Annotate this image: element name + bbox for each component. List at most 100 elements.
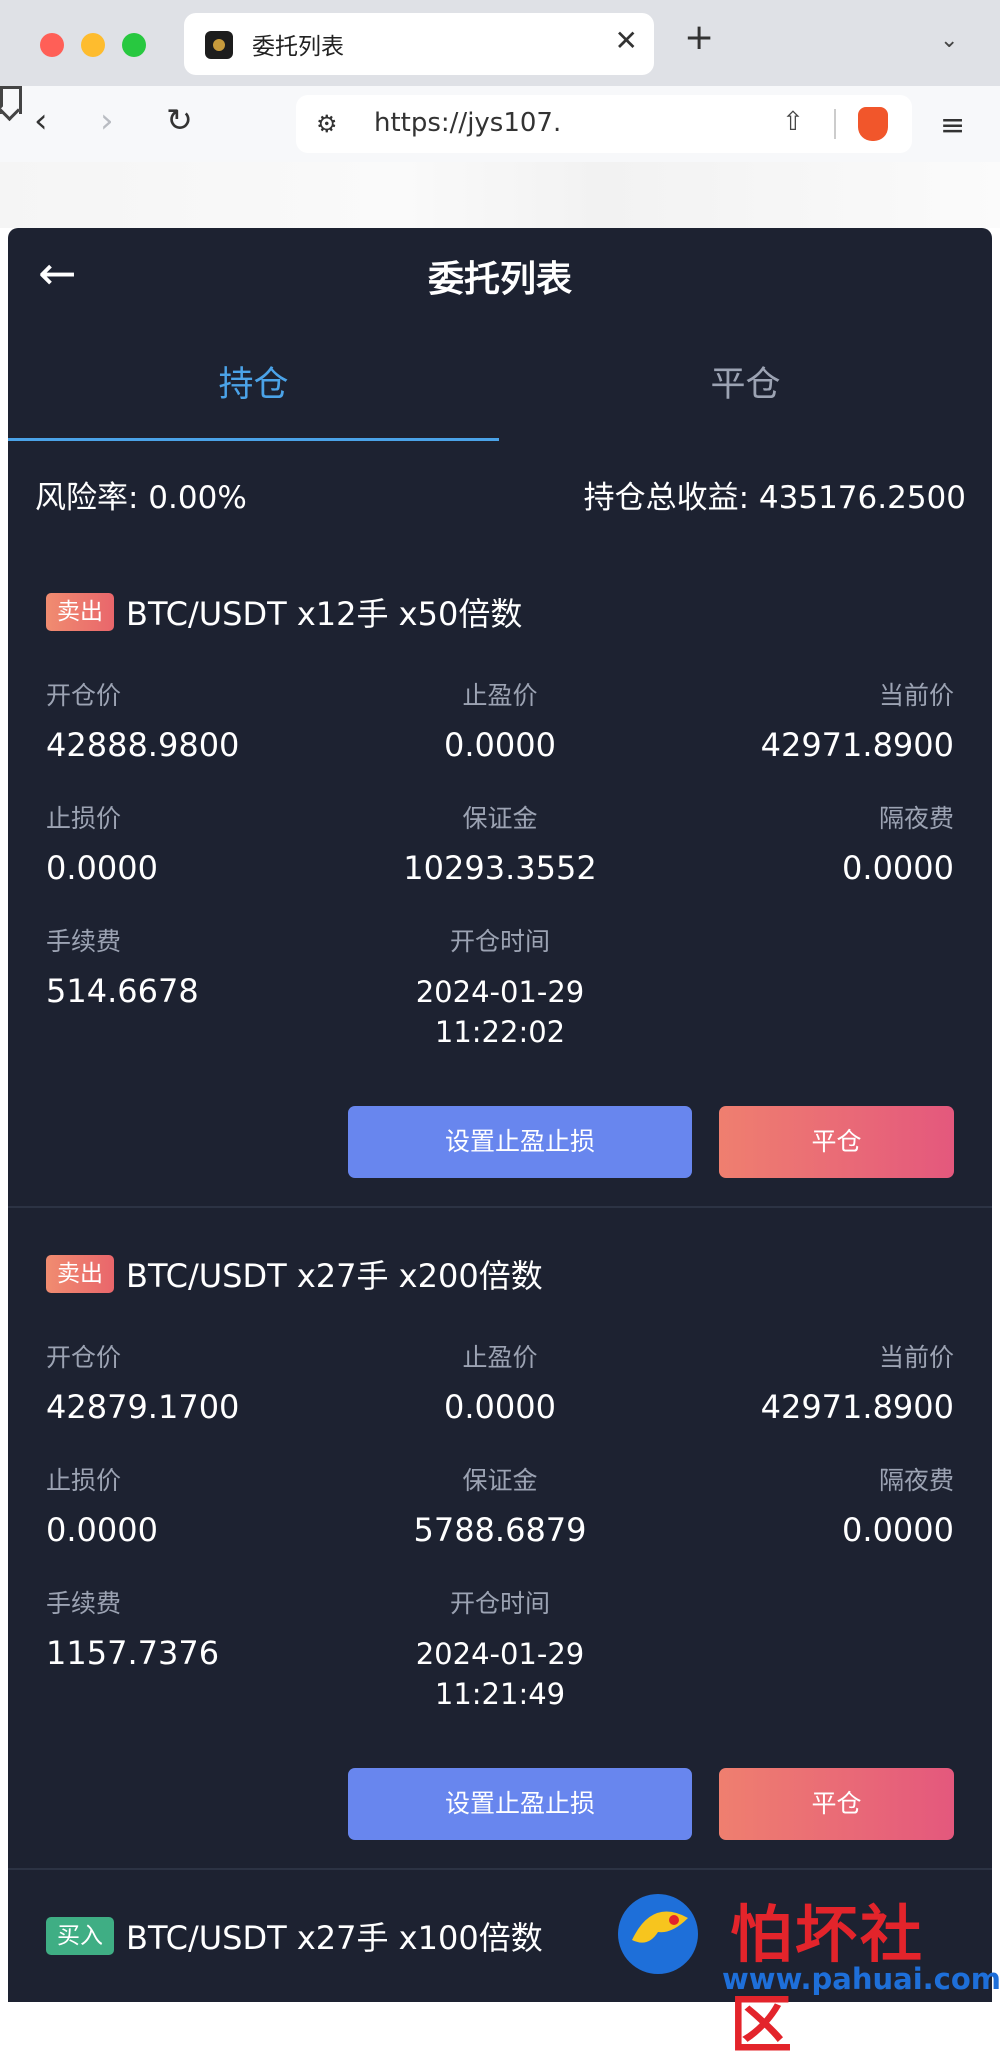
browser-tab[interactable]: 委托列表 ✕ — [184, 13, 654, 75]
stop-loss-label: 止损价 — [46, 1466, 122, 1495]
take-profit-label: 止盈价 — [462, 1343, 538, 1372]
open-clock: 11:22:02 — [434, 1015, 566, 1049]
address-bar-separator — [834, 109, 836, 139]
take-profit-label: 止盈价 — [462, 681, 538, 710]
forward-icon[interactable]: › — [100, 104, 114, 138]
window-minimize-button[interactable] — [81, 33, 105, 57]
order-symbol: BTC/USDT x27手 x100倍数 — [126, 1919, 543, 1957]
watermark-url: www.pahuai.com — [722, 1962, 1000, 1996]
close-position-button[interactable]: 平仓 — [719, 1106, 954, 1178]
take-profit-field: 止盈价 0.0000 — [350, 676, 650, 764]
open-time-field: 开仓时间 2024-01-29 11:22:02 — [350, 922, 650, 1052]
stop-loss-value: 0.0000 — [46, 1511, 158, 1549]
new-tab-button[interactable]: + — [684, 20, 714, 56]
margin-field: 保证金 5788.6879 — [350, 1461, 650, 1549]
order-header: 卖出 BTC/USDT x27手 x200倍数 — [46, 1254, 543, 1295]
take-profit-value: 0.0000 — [444, 1388, 556, 1426]
fee-value: 1157.7376 — [46, 1634, 220, 1672]
set-tp-sl-button[interactable]: 设置止盈止损 — [348, 1106, 692, 1178]
brave-shield-icon[interactable] — [858, 107, 888, 141]
reload-icon[interactable]: ↻ — [166, 104, 193, 136]
margin-label: 保证金 — [462, 804, 538, 833]
current-price-label: 当前价 — [878, 681, 954, 710]
total-profit: 持仓总收益: 435176.2500 — [583, 480, 966, 516]
stop-loss-field: 止损价 0.0000 — [46, 1461, 158, 1549]
address-bar[interactable]: ⚙ https://jys107. ⇧ — [296, 95, 912, 153]
set-tp-sl-button[interactable]: 设置止盈止损 — [348, 1768, 692, 1840]
tab-list-chevron-icon[interactable]: ⌄ — [940, 28, 958, 53]
risk-rate: 风险率: 0.00% — [35, 480, 247, 516]
side-badge: 买入 — [46, 1917, 114, 1955]
fee-value: 514.6678 — [46, 972, 199, 1010]
order-list-page: ← 委托列表 持仓 平仓 风险率: 0.00% 持仓总收益: 435176.25… — [8, 228, 992, 2002]
current-price-value: 42971.8900 — [760, 1388, 954, 1426]
browser-tab-title: 委托列表 — [252, 34, 344, 60]
blurred-banner — [0, 162, 1000, 228]
order-divider — [8, 1868, 992, 1870]
margin-label: 保证金 — [462, 1466, 538, 1495]
page-title: 委托列表 — [427, 259, 572, 300]
browser-tab-strip: 委托列表 ✕ + ⌄ — [0, 0, 1000, 86]
watermark-logo-icon — [618, 1894, 698, 1974]
back-icon[interactable]: ‹ — [34, 104, 48, 138]
open-price-label: 开仓价 — [46, 1343, 122, 1372]
order-symbol: BTC/USDT x27手 x200倍数 — [126, 1257, 543, 1295]
open-time-value: 2024-01-29 11:22:02 — [350, 972, 650, 1052]
tab-close-icon[interactable]: ✕ — [615, 24, 638, 57]
window-maximize-button[interactable] — [122, 33, 146, 57]
take-profit-field: 止盈价 0.0000 — [350, 1338, 650, 1426]
fee-label: 手续费 — [46, 927, 122, 956]
side-badge: 卖出 — [46, 1255, 114, 1293]
order-header: 买入 BTC/USDT x27手 x100倍数 — [46, 1916, 543, 1957]
current-price-label: 当前价 — [878, 1343, 954, 1372]
share-icon[interactable]: ⇧ — [782, 107, 804, 137]
take-profit-value: 0.0000 — [444, 726, 556, 764]
margin-field: 保证金 10293.3552 — [350, 799, 650, 887]
bookmark-icon[interactable] — [0, 86, 22, 114]
margin-value: 5788.6879 — [413, 1511, 587, 1549]
site-favicon-icon — [205, 31, 233, 59]
order-header: 卖出 BTC/USDT x12手 x50倍数 — [46, 592, 523, 633]
open-time-value: 2024-01-29 11:21:49 — [350, 1634, 650, 1714]
margin-value: 10293.3552 — [403, 849, 597, 887]
open-price-value: 42879.1700 — [46, 1388, 240, 1426]
overnight-fee-label: 隔夜费 — [878, 1466, 954, 1495]
open-time-field: 开仓时间 2024-01-29 11:21:49 — [350, 1584, 650, 1714]
current-price-field: 当前价 42971.8900 — [761, 1338, 954, 1426]
tab-holding[interactable]: 持仓 — [8, 356, 499, 407]
order-divider — [8, 1206, 992, 1208]
fee-field: 手续费 514.6678 — [46, 922, 199, 1010]
open-date: 2024-01-29 — [415, 975, 585, 1009]
side-badge: 卖出 — [46, 593, 114, 631]
tab-closed[interactable]: 平仓 — [499, 356, 992, 407]
site-settings-icon[interactable]: ⚙ — [316, 110, 338, 138]
open-price-field: 开仓价 42888.9800 — [46, 676, 239, 764]
open-time-label: 开仓时间 — [449, 1589, 550, 1618]
open-time-label: 开仓时间 — [449, 927, 550, 956]
order-symbol: BTC/USDT x12手 x50倍数 — [126, 595, 523, 633]
fee-field: 手续费 1157.7376 — [46, 1584, 219, 1672]
current-price-field: 当前价 42971.8900 — [761, 676, 954, 764]
fee-label: 手续费 — [46, 1589, 122, 1618]
browser-toolbar: ‹ › ↻ ⚙ https://jys107. ⇧ ≡ — [0, 86, 1000, 162]
stop-loss-value: 0.0000 — [46, 849, 158, 887]
current-price-value: 42971.8900 — [760, 726, 954, 764]
overnight-fee-field: 隔夜费 0.0000 — [842, 1461, 954, 1549]
watermark: 怕坏社区 www.pahuai.com — [606, 1880, 1000, 2061]
open-price-label: 开仓价 — [46, 681, 122, 710]
overnight-fee-value: 0.0000 — [842, 849, 954, 887]
open-price-field: 开仓价 42879.1700 — [46, 1338, 239, 1426]
overnight-fee-label: 隔夜费 — [878, 804, 954, 833]
window-close-button[interactable] — [40, 33, 64, 57]
stop-loss-field: 止损价 0.0000 — [46, 799, 158, 887]
overnight-fee-value: 0.0000 — [842, 1511, 954, 1549]
close-position-button[interactable]: 平仓 — [719, 1768, 954, 1840]
menu-icon[interactable]: ≡ — [940, 108, 965, 143]
open-clock: 11:21:49 — [434, 1677, 566, 1711]
overnight-fee-field: 隔夜费 0.0000 — [842, 799, 954, 887]
stop-loss-label: 止损价 — [46, 804, 122, 833]
active-tab-indicator — [8, 438, 499, 441]
open-price-value: 42888.9800 — [46, 726, 240, 764]
open-date: 2024-01-29 — [415, 1637, 585, 1671]
url-text[interactable]: https://jys107. — [374, 108, 561, 138]
